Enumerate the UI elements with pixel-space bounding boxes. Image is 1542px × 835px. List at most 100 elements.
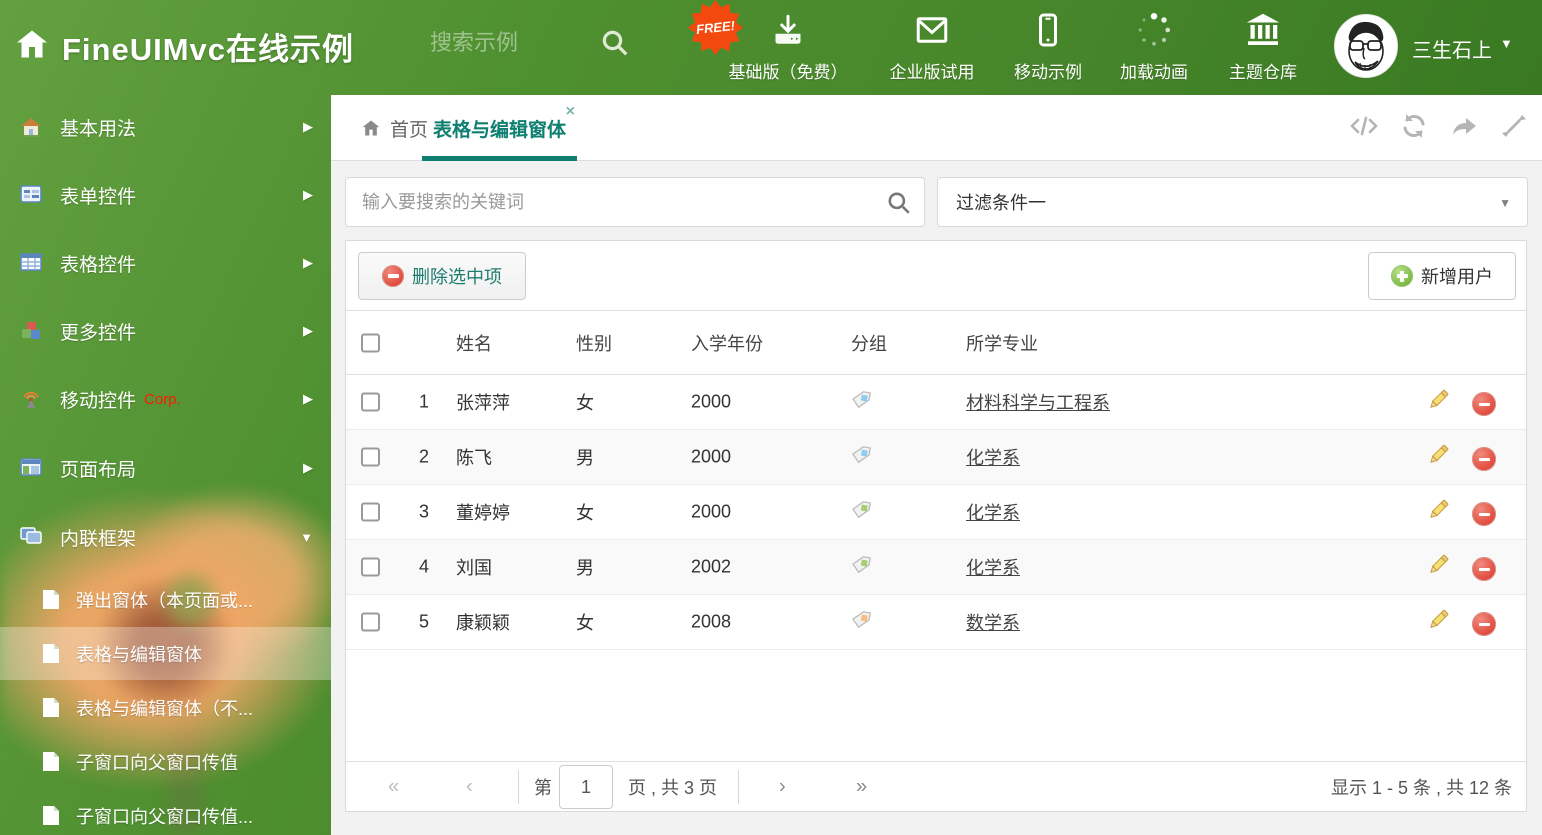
column-header-year[interactable]: 入学年份 [691,330,763,356]
table-icon [20,253,42,273]
refresh-icon[interactable] [1400,111,1428,141]
sidebar-subitem-popup-window[interactable]: 弹出窗体（本页面或... [0,573,331,626]
cubes-icon [20,321,42,341]
sidebar-subitem-grid-edit-window[interactable]: 表格与编辑窗体 [0,627,331,680]
username[interactable]: 三生石上 [1412,34,1492,63]
sidebar-item-iframe[interactable]: 内联框架 ▼ [0,513,331,561]
cell-name: 董婷婷 [456,503,510,523]
pagination-bar: « ‹ 第 页 , 共 3 页 › » 显示 1 - 5 条 , 共 12 条 [346,761,1526,811]
sidebar-item-label: 表格控件 [60,254,137,276]
sidebar-subitem-child-to-parent[interactable]: 子窗口向父窗口传值 [0,735,331,788]
tab-bar: 首页 表格与编辑窗体 × [331,95,1542,161]
delete-button[interactable] [1472,390,1496,417]
tab-close-icon[interactable]: × [566,103,575,121]
header-search-input[interactable] [430,30,590,56]
avatar[interactable] [1334,14,1398,78]
expand-icon[interactable] [1500,111,1528,141]
row-index: 5 [419,611,430,632]
sidebar-subitem-grid-edit-window-2[interactable]: 表格与编辑窗体（不... [0,681,331,734]
sidebar-item-mobile-controls[interactable]: 移动控件 Corp. ▶ [0,375,331,423]
share-icon[interactable] [1450,111,1478,141]
record-count-summary: 显示 1 - 5 条 , 共 12 条 [1330,777,1512,798]
major-link[interactable]: 材料科学与工程系 [966,393,1110,413]
column-header-group[interactable]: 分组 [851,330,887,356]
nav-label: 基础版（免费） [728,63,848,82]
row-index: 1 [419,391,430,412]
cell-year: 2000 [691,501,732,522]
app-window: FineUIMvc在线示例 FREE! 基础版（免费） 企业版试用 移动示例 [0,0,1542,835]
cell-year: 2008 [691,611,732,632]
filter-dropdown-value: 过滤条件一 [956,193,1046,213]
minus-circle-icon [1472,612,1496,637]
delete-button[interactable] [1472,610,1496,637]
nav-label: 主题仓库 [1229,63,1297,82]
tab-active-underline [422,156,577,161]
tab-grid-edit-window[interactable]: 表格与编辑窗体 × [422,95,577,161]
column-header-major[interactable]: 所学专业 [966,330,1038,356]
next-page-button[interactable]: › [779,775,786,798]
major-link[interactable]: 化学系 [966,448,1020,468]
frames-icon [20,527,42,547]
page-prefix-label: 第 [534,777,552,798]
cell-gender: 男 [576,448,594,468]
row-checkbox[interactable] [361,447,380,467]
sidebar-item-form-controls[interactable]: 表单控件 ▶ [0,171,331,219]
page-number-input[interactable] [559,765,613,809]
plus-circle-icon [1391,265,1413,287]
last-page-button[interactable]: » [856,775,867,798]
edit-button[interactable] [1426,388,1450,417]
edit-button[interactable] [1426,443,1450,472]
cell-gender: 男 [576,558,594,578]
column-header-gender[interactable]: 性别 [576,330,612,356]
search-icon[interactable] [886,190,912,221]
corp-badge: Corp. [144,390,181,408]
delete-button[interactable] [1472,555,1496,582]
delete-button[interactable] [1472,500,1496,527]
prev-page-button[interactable]: ‹ [466,775,473,798]
row-checkbox[interactable] [361,612,380,632]
sidebar-item-basic-usage[interactable]: 基本用法 ▶ [0,103,331,151]
home-logo-icon[interactable] [14,26,50,67]
sidebar-item-more-controls[interactable]: 更多控件 ▶ [0,307,331,355]
user-dropdown-caret-icon[interactable]: ▼ [1500,36,1513,51]
delete-selected-label: 删除选中项 [412,267,502,287]
filter-dropdown[interactable]: 过滤条件一 ▼ [937,177,1528,227]
sidebar-item-page-layout[interactable]: 页面布局 ▶ [0,444,331,492]
download-icon [713,10,863,56]
tag-icon [851,445,872,470]
major-link[interactable]: 数学系 [966,613,1020,633]
chevron-right-icon: ▶ [303,323,313,338]
select-all-checkbox[interactable] [361,333,380,352]
major-link[interactable]: 化学系 [966,558,1020,578]
header-search-icon[interactable] [600,28,630,63]
row-checkbox[interactable] [361,557,380,577]
keyword-search-input[interactable] [362,178,872,226]
chevron-down-icon: ▼ [300,529,313,545]
bank-icon [1188,10,1338,56]
sidebar-subitem-child-to-parent-2[interactable]: 子窗口向父窗口传值... [0,789,331,835]
column-header-name[interactable]: 姓名 [456,330,492,356]
cell-gender: 女 [576,503,594,523]
nav-item-basic-free[interactable]: 基础版（免费） [713,10,863,83]
sidebar-item-grid-controls[interactable]: 表格控件 ▶ [0,239,331,287]
edit-button[interactable] [1426,498,1450,527]
edit-button[interactable] [1426,553,1450,582]
row-checkbox[interactable] [361,502,380,522]
sidebar-item-label: 基本用法 [60,118,137,140]
delete-button[interactable] [1472,445,1496,472]
delete-selected-button[interactable]: 删除选中项 [358,252,526,300]
cell-name: 张萍萍 [456,393,510,413]
row-checkbox[interactable] [361,392,380,412]
nav-item-theme-repo[interactable]: 主题仓库 [1188,10,1338,83]
source-code-icon[interactable] [1350,111,1378,141]
row-index: 4 [419,556,430,577]
edit-button[interactable] [1426,608,1450,637]
major-link[interactable]: 化学系 [966,503,1020,523]
row-index: 3 [419,501,430,522]
add-user-button[interactable]: 新增用户 [1368,252,1516,300]
chevron-down-icon: ▼ [1499,196,1511,210]
table-row: 2 陈飞 男 2000 化学系 [346,430,1526,485]
first-page-button[interactable]: « [388,775,399,798]
sidebar-menu: 基本用法 ▶ 表单控件 ▶ 表格控件 ▶ 更多控件 ▶ 移动控件 Corp. ▶… [0,95,331,835]
tag-icon [851,500,872,525]
